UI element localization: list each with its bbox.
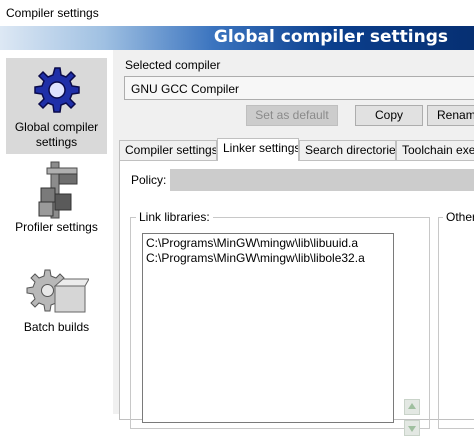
gear-box-icon <box>26 269 89 313</box>
settings-sidebar: Global compiler settings Profiler settin… <box>0 50 113 414</box>
list-item[interactable]: C:\Programs\MinGW\mingw\lib\libole32.a <box>146 251 365 265</box>
other-options-group <box>438 217 474 429</box>
move-up-button[interactable] <box>404 399 420 415</box>
tab-toolchain-executables[interactable]: Toolchain executables <box>396 140 474 160</box>
gear-icon <box>33 67 80 113</box>
policy-label: Policy: <box>131 173 167 187</box>
sidebar-item-label: Batch builds <box>23 320 90 334</box>
sidebar-item-global-compiler[interactable]: Global compiler settings <box>6 58 107 154</box>
tab-compiler-settings[interactable]: Compiler settings <box>119 140 217 160</box>
tab-linker-settings[interactable]: Linker settings <box>217 138 299 161</box>
settings-content: Selected compiler GNU GCC Compiler Set a… <box>113 50 474 436</box>
header-title: Global compiler settings <box>213 27 448 47</box>
set-as-default-button[interactable]: Set as default <box>246 105 338 126</box>
window-title: Compiler settings <box>6 6 99 20</box>
arrow-up-icon <box>408 403 416 409</box>
sidebar-item-batch-builds[interactable]: Batch builds <box>6 262 107 342</box>
tab-search-directories[interactable]: Search directories <box>299 140 396 160</box>
window-title-bar: Compiler settings <box>0 0 474 26</box>
other-options-label: Other <box>443 210 474 224</box>
sidebar-item-profiler[interactable]: Profiler settings <box>6 158 107 242</box>
link-libraries-label: Link libraries: <box>136 210 213 224</box>
caliper-icon <box>38 161 77 219</box>
settings-header: Global compiler settings <box>0 26 474 50</box>
sidebar-item-label: Global compiler <box>14 120 99 134</box>
link-libraries-list[interactable]: C:\Programs\MinGW\mingw\lib\libuuid.a C:… <box>142 233 394 423</box>
compiler-select-value: GNU GCC Compiler <box>131 82 240 96</box>
sidebar-item-label: settings <box>35 135 78 149</box>
copy-button[interactable]: Copy <box>355 105 423 126</box>
linker-settings-panel: Policy: Link libraries: C:\Programs\MinG… <box>119 160 474 436</box>
list-item[interactable]: C:\Programs\MinGW\mingw\lib\libuuid.a <box>146 236 358 250</box>
compiler-select[interactable]: GNU GCC Compiler <box>124 76 474 100</box>
arrow-down-icon <box>408 426 416 432</box>
sidebar-item-label: Profiler settings <box>15 220 98 234</box>
rename-button[interactable]: Rename <box>427 105 474 126</box>
selected-compiler-label: Selected compiler <box>125 58 221 72</box>
policy-dropdown[interactable] <box>170 169 474 191</box>
move-down-button[interactable] <box>404 420 420 436</box>
